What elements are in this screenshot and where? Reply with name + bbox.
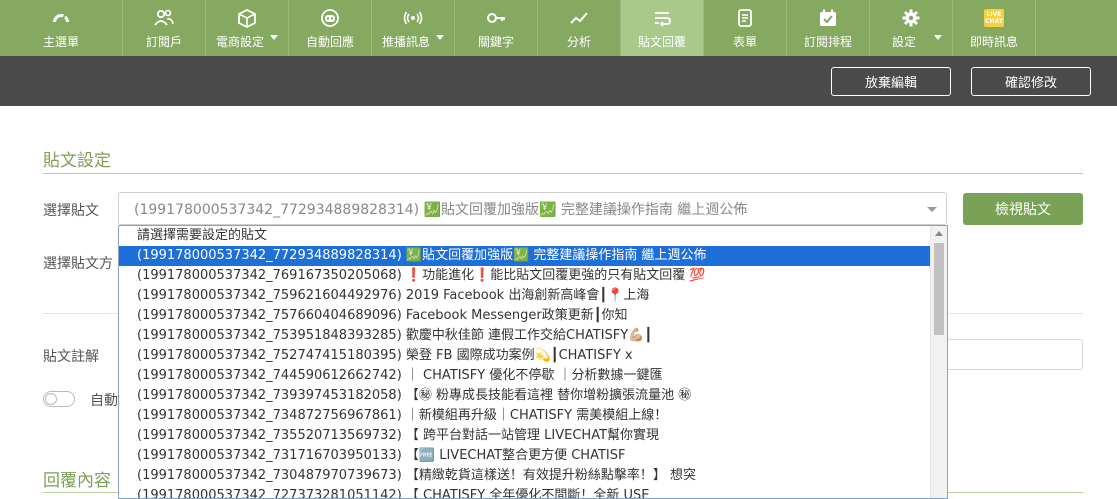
auto-toggle[interactable] bbox=[43, 391, 75, 407]
dropdown-option-selected[interactable]: (199178000537342_772934889828314) 💹貼文回覆加… bbox=[119, 246, 931, 266]
discard-edit-button[interactable]: 放棄編輯 bbox=[831, 67, 951, 96]
nav-label: 即時訊息 bbox=[969, 35, 1018, 49]
nav-label: 分析 bbox=[566, 35, 591, 49]
dropdown-option[interactable]: (199178000537342_735520713569732) 【 跨平台對… bbox=[119, 426, 931, 446]
nav-label: 貼文回覆 bbox=[637, 35, 686, 49]
section-divider bbox=[43, 173, 1083, 174]
action-toolbar: 放棄編輯 確認修改 bbox=[0, 56, 1117, 106]
toggle-knob bbox=[45, 393, 57, 405]
select-post-label: 選擇貼文 bbox=[43, 203, 99, 219]
dropdown-option[interactable]: (199178000537342_744590612662742) ｜ CHAT… bbox=[119, 366, 931, 386]
nav-label: 表單 bbox=[732, 35, 757, 49]
chevron-down-icon bbox=[436, 35, 444, 40]
nav-item-main-menu[interactable]: 主選單 bbox=[0, 0, 123, 56]
dropdown-option[interactable]: (199178000537342_734872756967861) ｜新模組再升… bbox=[119, 406, 931, 426]
scroll-up-arrow-icon[interactable] bbox=[935, 231, 943, 236]
post-select-dropdown[interactable]: 請選擇需要設定的貼文 (199178000537342_772934889828… bbox=[118, 225, 948, 499]
dropdown-option[interactable]: (199178000537342_757660404689096) Facebo… bbox=[119, 306, 931, 326]
nav-label: 自動回應 bbox=[305, 35, 354, 49]
nav-item-subscribers[interactable]: 訂閱戶 bbox=[123, 0, 206, 56]
dropdown-option[interactable]: 請選擇需要設定的貼文 bbox=[119, 226, 931, 246]
section-title-reply-content: 回覆內容 bbox=[43, 471, 111, 491]
nav-label: 推播訊息 bbox=[381, 35, 430, 49]
nav-item-post-reply[interactable]: 貼文回覆 bbox=[621, 0, 704, 56]
reply-icon bbox=[651, 7, 673, 29]
dropdown-option[interactable]: (199178000537342_730487970739673) 【精緻乾貨這… bbox=[119, 466, 931, 486]
nav-label: 設定 bbox=[891, 35, 916, 49]
nav-label: 主選單 bbox=[42, 35, 79, 49]
dropdown-option[interactable]: (199178000537342_727373281051142) 【 CHAT… bbox=[119, 486, 931, 498]
gear-icon bbox=[900, 7, 922, 29]
dropdown-option[interactable]: (199178000537342_759621604492976) 2019 F… bbox=[119, 286, 931, 306]
nav-label: 訂閱排程 bbox=[803, 35, 852, 49]
nav-item-settings[interactable]: 設定 bbox=[870, 0, 953, 56]
nav-item-ecommerce-settings[interactable]: 電商設定 bbox=[206, 0, 289, 56]
dropdown-option[interactable]: (199178000537342_769167350205068) ❗功能進化❗… bbox=[119, 266, 931, 286]
nav-item-analytics[interactable]: 分析 bbox=[538, 0, 621, 56]
dropdown-option[interactable]: (199178000537342_731716703950133) 【🆓 LIV… bbox=[119, 446, 931, 466]
view-post-button[interactable]: 檢視貼文 bbox=[963, 193, 1083, 225]
dropdown-option[interactable]: (199178000537342_752747415180395) 榮登 FB … bbox=[119, 346, 931, 366]
confirm-edit-button[interactable]: 確認修改 bbox=[971, 67, 1091, 96]
select-method-label: 選擇貼文方 bbox=[43, 256, 113, 272]
key-icon bbox=[485, 7, 507, 29]
broadcast-icon bbox=[402, 7, 424, 29]
nav-label: 訂閱戶 bbox=[145, 35, 182, 49]
users-icon bbox=[153, 7, 175, 29]
nav-label: 關鍵字 bbox=[477, 35, 514, 49]
chevron-down-icon bbox=[934, 35, 942, 40]
auto-toggle-label: 自動 bbox=[90, 393, 118, 409]
live-chat-icon: LIVE CHAT bbox=[983, 7, 1005, 29]
scrollbar-thumb[interactable] bbox=[934, 243, 944, 335]
dropdown-option[interactable]: (199178000537342_739397453182058) 【㊙ 粉專成… bbox=[119, 386, 931, 406]
nav-item-forms[interactable]: 表單 bbox=[704, 0, 787, 56]
calendar-check-icon bbox=[817, 7, 839, 29]
post-select[interactable]: (199178000537342_772934889828314) 💹貼文回覆加… bbox=[118, 192, 947, 225]
top-nav: 主選單 訂閱戶 電商設定 自動回應 推播訊息 關鍵字 分析 貼文回覆 表單 訂閱… bbox=[0, 0, 1117, 56]
post-select-value: (199178000537342_772934889828314) 💹貼文回覆加… bbox=[134, 201, 748, 218]
dropdown-option[interactable]: (199178000537342_753951848393285) 歡慶中秋佳節… bbox=[119, 326, 931, 346]
post-note-label: 貼文註解 bbox=[43, 349, 99, 365]
chart-line-icon bbox=[568, 7, 590, 29]
section-title-post-settings: 貼文設定 bbox=[43, 151, 111, 171]
dropdown-scrollbar[interactable] bbox=[930, 226, 947, 498]
form-icon bbox=[734, 7, 756, 29]
nav-item-schedule[interactable]: 訂閱排程 bbox=[787, 0, 870, 56]
nav-item-auto-reply[interactable]: 自動回應 bbox=[289, 0, 372, 56]
nav-label: 電商設定 bbox=[215, 35, 264, 49]
live-chat-badge: LIVE CHAT bbox=[984, 9, 1004, 27]
chevron-down-icon bbox=[270, 35, 278, 40]
nav-item-keywords[interactable]: 關鍵字 bbox=[455, 0, 538, 56]
chevron-down-icon bbox=[927, 207, 937, 212]
dashboard-icon bbox=[50, 7, 72, 29]
nav-item-broadcast[interactable]: 推播訊息 bbox=[372, 0, 455, 56]
box-icon bbox=[236, 7, 258, 29]
robot-icon bbox=[319, 7, 341, 29]
nav-item-live-chat[interactable]: LIVE CHAT 即時訊息 bbox=[953, 0, 1036, 56]
